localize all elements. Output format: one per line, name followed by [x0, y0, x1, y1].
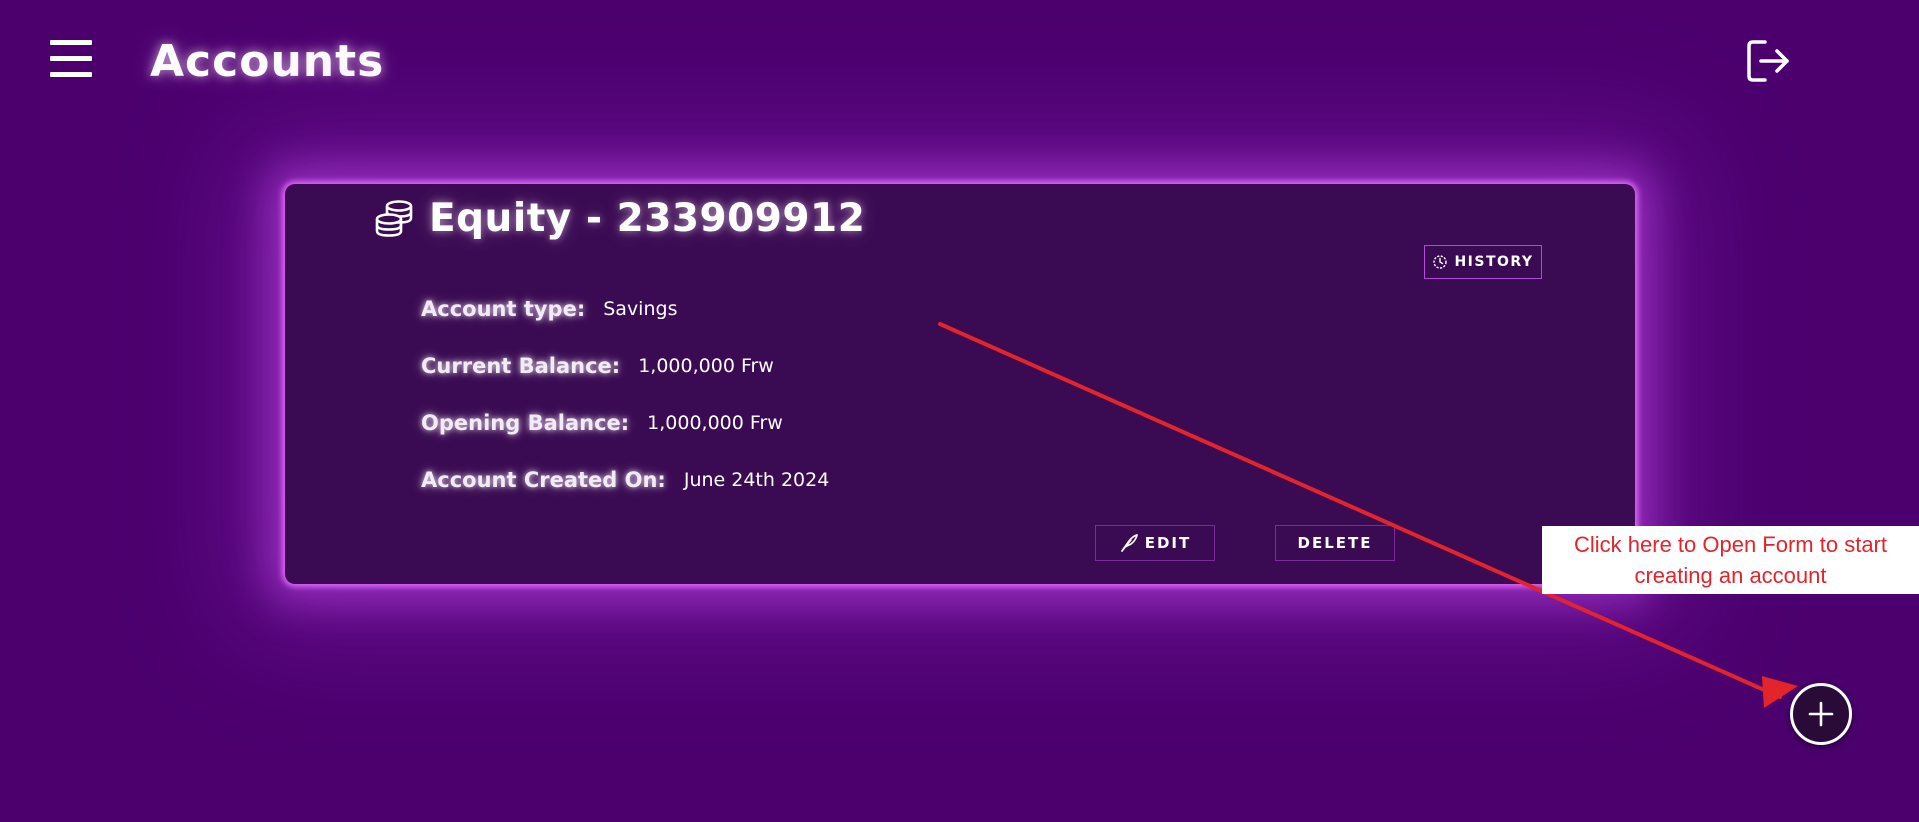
add-account-button[interactable]	[1790, 683, 1852, 745]
detail-label: Opening Balance:	[421, 411, 630, 435]
delete-button[interactable]: DELETE	[1275, 525, 1395, 561]
detail-label: Current Balance:	[421, 354, 621, 378]
logout-icon	[1747, 40, 1789, 82]
account-title: Equity - 233909912	[429, 196, 866, 241]
detail-label: Account type:	[421, 297, 586, 321]
detail-value: 1,000,000 Frw	[647, 412, 783, 434]
annotation-callout-text: Click here to Open Form to start creatin…	[1574, 532, 1887, 588]
page-title: Accounts	[150, 36, 385, 87]
feather-pen-icon	[1120, 534, 1138, 552]
detail-label: Account Created On:	[421, 468, 666, 492]
history-button[interactable]: HISTORY	[1424, 245, 1542, 279]
clock-history-icon	[1433, 255, 1448, 269]
hamburger-menu-icon-line	[50, 72, 92, 77]
detail-row-account-type: Account type: Savings	[421, 294, 829, 324]
history-label: HISTORY	[1454, 254, 1534, 270]
detail-value: 1,000,000 Frw	[638, 355, 774, 377]
plus-icon	[1808, 701, 1834, 727]
account-card: Equity - 233909912 HISTORY Account type:…	[285, 184, 1635, 584]
edit-label: EDIT	[1144, 534, 1192, 552]
logout-button[interactable]	[1745, 38, 1795, 84]
delete-label: DELETE	[1297, 534, 1373, 552]
account-details: Account type: Savings Current Balance: 1…	[421, 294, 829, 522]
detail-row-created-on: Account Created On: June 24th 2024	[421, 465, 829, 495]
hamburger-menu-icon	[50, 40, 92, 45]
annotation-callout: Click here to Open Form to start creatin…	[1542, 526, 1919, 594]
detail-row-current-balance: Current Balance: 1,000,000 Frw	[421, 351, 829, 381]
detail-value: Savings	[603, 298, 678, 320]
detail-row-opening-balance: Opening Balance: 1,000,000 Frw	[421, 408, 829, 438]
edit-button[interactable]: EDIT	[1095, 525, 1215, 561]
coins-stack-icon	[375, 199, 413, 237]
accounts-page: Accounts Equity - 233909912 HISTORY Acco…	[0, 0, 1919, 822]
account-card-header: Equity - 233909912	[373, 196, 865, 241]
hamburger-menu-icon-line	[50, 56, 92, 61]
detail-value: June 24th 2024	[683, 469, 830, 491]
menu-button[interactable]	[50, 40, 94, 80]
